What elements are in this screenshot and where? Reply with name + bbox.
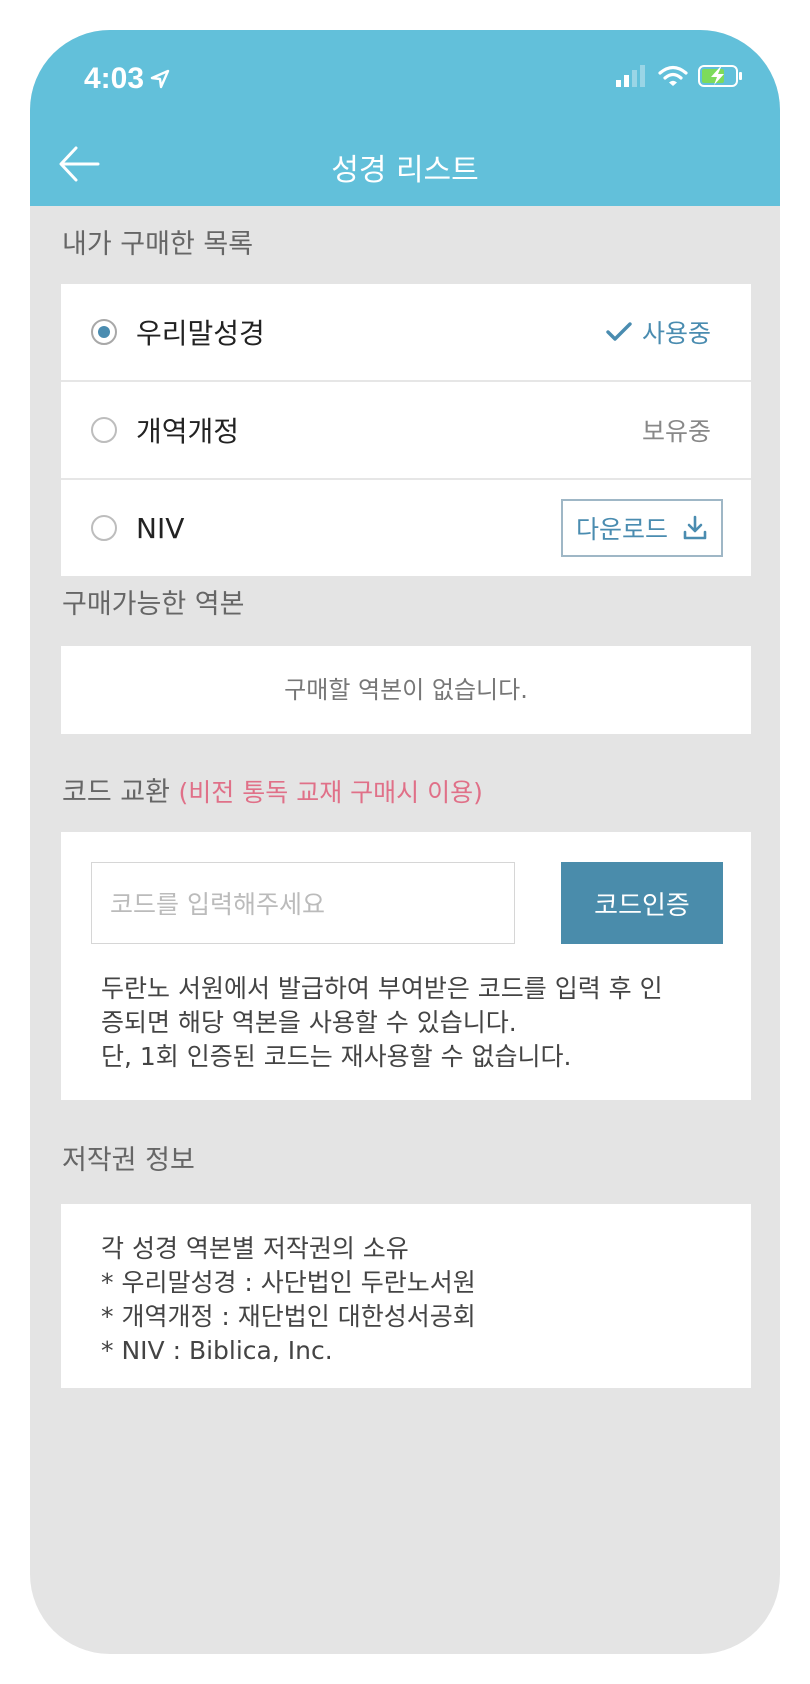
purchased-list: 우리말성경 사용중 개역개정 보유중 NIV 다운로드: [61, 284, 751, 576]
phone-frame: 4:03 성경 리스트 내가 구매한 목록 우리말성경 사용중 개역개정 보유중: [30, 30, 780, 1654]
bible-name: 우리말성경: [136, 317, 265, 350]
desc-line: 증되면 해당 역본을 사용할 수 있습니다.: [101, 1008, 517, 1037]
desc-line: 두란노 서원에서 발급하여 부여받은 코드를 입력 후 인: [101, 974, 663, 1003]
download-icon: [683, 515, 707, 540]
copyright-line: 각 성경 역본별 저작권의 소유: [101, 1234, 409, 1263]
code-input[interactable]: 코드를 입력해주세요: [91, 862, 515, 944]
copyright-section-label: 저작권 정보: [62, 1145, 195, 1176]
radio-unselected[interactable]: [91, 515, 117, 541]
status-time: 4:03: [84, 62, 170, 96]
bible-name: 개역개정: [136, 415, 240, 448]
radio-unselected[interactable]: [91, 417, 117, 443]
download-label: 다운로드: [575, 515, 668, 544]
status-owned: 보유중: [642, 412, 711, 448]
app-header: 4:03 성경 리스트: [30, 30, 780, 206]
code-label-note: (비전 통독 교재 구매시 이용): [178, 778, 483, 807]
purchased-section-label: 내가 구매한 목록: [62, 229, 254, 260]
radio-selected[interactable]: [91, 319, 117, 345]
empty-message: 구매할 역본이 없습니다.: [284, 676, 528, 704]
signal-icon: [616, 65, 645, 87]
available-section-label: 구매가능한 역본: [62, 589, 245, 620]
code-card: 코드를 입력해주세요 코드인증 두란노 서원에서 발급하여 부여받은 코드를 입…: [61, 832, 751, 1100]
wifi-icon: [658, 65, 688, 86]
bible-name: NIV: [136, 511, 185, 545]
copyright-line: * 개역개정 : 재단법인 대한성서공회: [101, 1302, 476, 1331]
copyright-line: * 우리말성경 : 사단법인 두란노서원: [101, 1268, 476, 1297]
check-icon: [606, 322, 632, 341]
status-in-use: 사용중: [606, 314, 711, 350]
download-button[interactable]: 다운로드: [561, 499, 723, 557]
status-icons: [616, 64, 744, 88]
list-item-gaeyeok[interactable]: 개역개정 보유중: [61, 382, 751, 480]
code-section-label: 코드 교환 (비전 통독 교재 구매시 이용): [62, 770, 483, 809]
code-description: 두란노 서원에서 발급하여 부여받은 코드를 입력 후 인 증되면 해당 역본을…: [101, 972, 713, 1074]
available-list: 구매할 역본이 없습니다.: [61, 646, 751, 734]
copyright-card: 각 성경 역본별 저작권의 소유 * 우리말성경 : 사단법인 두란노서원 * …: [61, 1204, 751, 1388]
status-time-text: 4:03: [84, 62, 145, 95]
list-item-uri-bible[interactable]: 우리말성경 사용중: [61, 284, 751, 382]
desc-line: 단, 1회 인증된 코드는 재사용할 수 없습니다.: [101, 1042, 572, 1071]
copyright-text: 각 성경 역본별 저작권의 소유 * 우리말성경 : 사단법인 두란노서원 * …: [101, 1232, 476, 1368]
status-text: 사용중: [641, 319, 711, 348]
status-text: 보유중: [641, 417, 711, 446]
page-title: 성경 리스트: [331, 153, 479, 188]
copyright-line: * NIV : Biblica, Inc.: [101, 1336, 333, 1365]
battery-charging-icon: [698, 65, 742, 87]
code-label-text: 코드 교환: [62, 777, 170, 808]
location-arrow-icon: [150, 69, 170, 89]
code-placeholder: 코드를 입력해주세요: [110, 890, 325, 919]
list-item-niv[interactable]: NIV 다운로드: [61, 480, 751, 576]
code-verify-button[interactable]: 코드인증: [561, 862, 723, 944]
